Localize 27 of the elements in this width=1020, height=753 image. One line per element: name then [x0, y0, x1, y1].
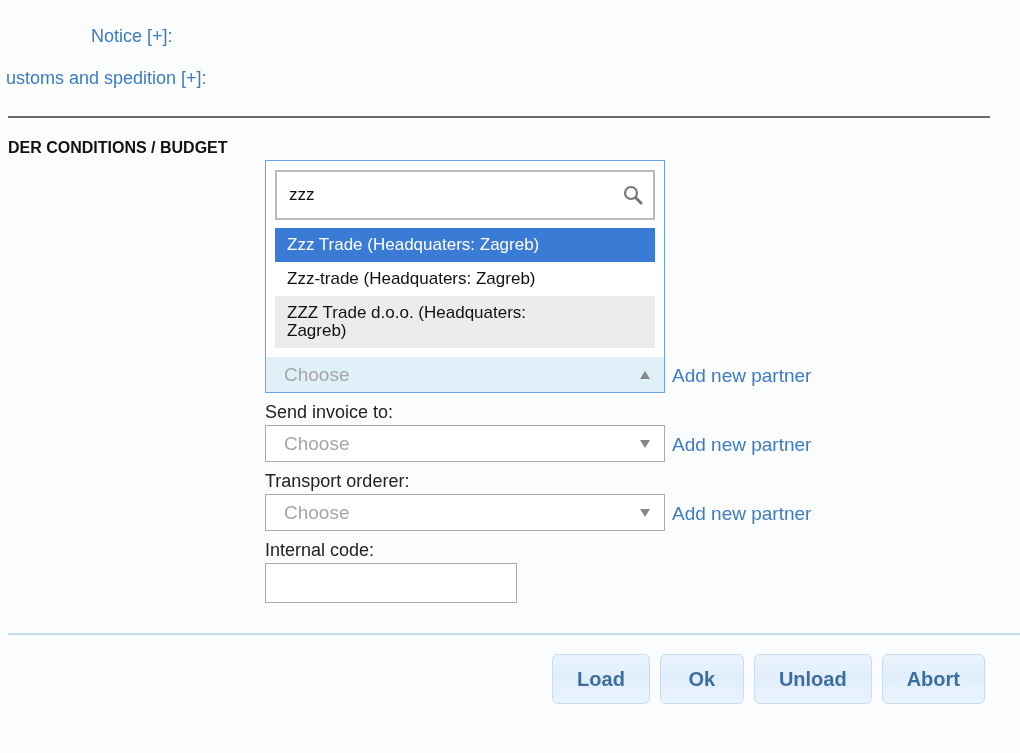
select-placeholder: Choose [284, 501, 350, 524]
add-partner-link[interactable]: Add new partner [672, 434, 812, 456]
search-field[interactable]: zzz [275, 170, 655, 220]
add-partner-link[interactable]: Add new partner [672, 503, 812, 525]
select-field[interactable]: Choose [265, 425, 665, 462]
action-button[interactable]: Abort [881, 654, 985, 704]
action-button[interactable]: Ok [659, 654, 744, 704]
caret-down-icon [640, 508, 650, 517]
select-field[interactable]: Choose [265, 494, 665, 531]
select-placeholder: Choose [284, 432, 350, 455]
add-partner-link[interactable]: Add new partner [672, 365, 812, 387]
caret-up-icon [640, 370, 650, 379]
field-label: Send invoice to: [265, 401, 394, 423]
field-label: Internal code: [265, 539, 375, 561]
select-placeholder: Choose [284, 363, 350, 386]
section-link[interactable]: Notice [+]: [91, 25, 173, 47]
caret-down-icon [640, 439, 650, 448]
input-field[interactable] [265, 563, 517, 603]
dropdown-panel[interactable]: zzz Zzz Trade (Headquaters: Zagreb) Zzz-trade (Headquaters: Zagreb) ZZZ Trade d.o.o. (Headquaters: Zagreb) Choose [265, 160, 665, 393]
dropdown-option[interactable]: Zzz Trade (Headquaters: Zagreb) [275, 228, 655, 262]
field-label: Transport orderer: [265, 470, 410, 492]
section-link[interactable]: ustoms and spedition [+]: [6, 67, 207, 89]
section-title: DER CONDITIONS / BUDGET [8, 139, 228, 156]
search-icon [623, 185, 643, 205]
dropdown-option[interactable]: ZZZ Trade d.o.o. (Headquaters: Zagreb) [275, 296, 655, 348]
action-button[interactable]: Unload [753, 654, 872, 704]
action-button[interactable]: Load [552, 654, 650, 704]
